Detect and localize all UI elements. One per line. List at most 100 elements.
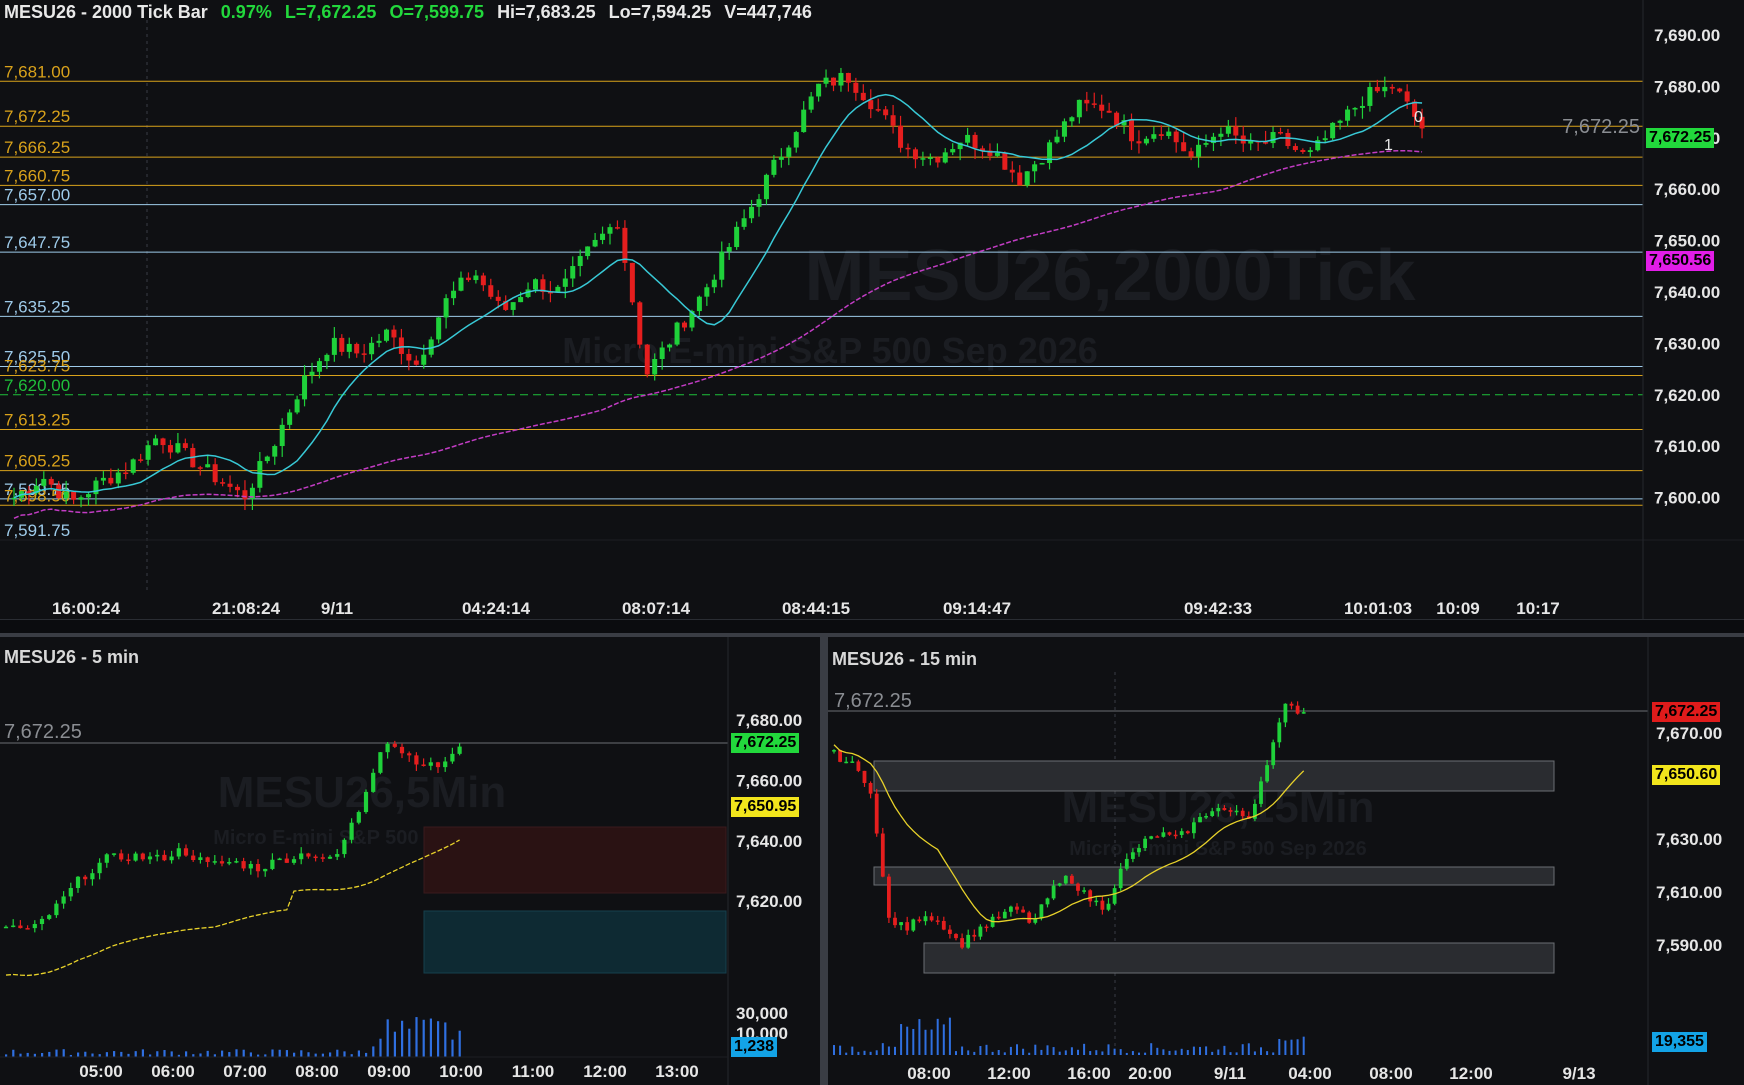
m5-candle bbox=[162, 854, 167, 861]
chart-marker-one: 1 bbox=[1384, 137, 1393, 154]
main-candle bbox=[1196, 144, 1202, 157]
main-candle bbox=[592, 239, 598, 247]
m5-candle bbox=[255, 864, 261, 872]
m5-x-tick-label: 05:00 bbox=[79, 1062, 122, 1081]
main-candle bbox=[1188, 151, 1194, 157]
m5-candle bbox=[241, 861, 246, 869]
main-candle bbox=[1233, 126, 1239, 136]
main-candle bbox=[1285, 132, 1291, 147]
main-candle bbox=[1270, 132, 1276, 144]
main-candle bbox=[518, 297, 524, 303]
main-chart-header: MESU26 - 2000 Tick Bar 0.97% L=7,672.25 … bbox=[4, 2, 820, 23]
main-candle bbox=[1091, 103, 1097, 105]
main-candle bbox=[823, 77, 829, 84]
m15-x-tick-label: 9/11 bbox=[1214, 1064, 1246, 1083]
main-candle bbox=[1032, 164, 1038, 172]
m5-volume-bar bbox=[278, 1049, 281, 1057]
m15-x-tick-label: 12:00 bbox=[1449, 1064, 1492, 1083]
main-candle bbox=[920, 158, 926, 160]
main-candle bbox=[71, 491, 77, 500]
m15-candle bbox=[844, 761, 849, 764]
m5-y-tick-label: 7,620.00 bbox=[736, 892, 802, 911]
chart-15min-canvas[interactable]: MESU26,15Min Micro E-mini S&P 500 Sep 20… bbox=[828, 637, 1744, 1085]
main-y-tick-label: 7,620.00 bbox=[1654, 386, 1720, 405]
main-candle bbox=[845, 72, 851, 83]
chart-5min[interactable]: MESU26 - 5 min MESU26,5Min Micro E-mini … bbox=[0, 637, 820, 1085]
m5-candle bbox=[39, 918, 45, 925]
m5-volume-bar bbox=[314, 1053, 317, 1057]
main-candle bbox=[1218, 133, 1224, 137]
main-candle bbox=[1352, 107, 1358, 110]
m15-volume-bar bbox=[1241, 1044, 1244, 1055]
m5-volume-bar bbox=[401, 1020, 404, 1057]
m5-last-price-ghost: 7,672.25 bbox=[4, 721, 82, 743]
m15-candle bbox=[880, 833, 885, 877]
main-candle bbox=[1307, 150, 1313, 152]
main-candle bbox=[890, 115, 896, 126]
main-candle bbox=[570, 266, 576, 279]
m5-candle bbox=[313, 856, 318, 859]
main-candle bbox=[1166, 131, 1172, 137]
m15-candle bbox=[1240, 810, 1245, 817]
m15-candle bbox=[1173, 834, 1178, 837]
m15-candle bbox=[1100, 900, 1105, 910]
m5-volume-bar bbox=[141, 1049, 144, 1057]
m15-volume-bar bbox=[1003, 1052, 1006, 1055]
main-candle bbox=[354, 343, 360, 354]
m15-volume-bar bbox=[1235, 1052, 1238, 1055]
main-candle bbox=[912, 149, 918, 160]
main-candle bbox=[1300, 150, 1306, 152]
main-candle bbox=[749, 206, 755, 219]
m15-candle bbox=[948, 929, 952, 934]
main-candle bbox=[1069, 117, 1075, 122]
m15-volume-bar bbox=[942, 1024, 945, 1055]
m15-candle bbox=[1277, 722, 1282, 743]
m15-volume-bar bbox=[1119, 1049, 1122, 1055]
horizontal-scrollbar[interactable] bbox=[0, 619, 1744, 620]
m15-candle bbox=[1106, 903, 1111, 910]
m5-candle bbox=[291, 859, 297, 863]
main-candle bbox=[1404, 91, 1410, 102]
m15-volume-bar bbox=[918, 1019, 921, 1055]
m15-candle bbox=[1143, 838, 1147, 849]
chart-5min-title: MESU26 - 5 min bbox=[4, 647, 140, 667]
main-candle bbox=[1009, 169, 1015, 173]
m5-volume-tick-label: 30,000 bbox=[736, 1004, 788, 1023]
m15-volume-bar bbox=[906, 1026, 909, 1055]
main-candle bbox=[674, 322, 680, 345]
main-candle bbox=[1002, 152, 1008, 170]
m5-x-tick-label: 11:00 bbox=[512, 1062, 555, 1081]
m5-candle bbox=[428, 762, 433, 766]
m5-volume-bar bbox=[271, 1049, 274, 1057]
m15-volume-bar bbox=[1253, 1051, 1256, 1055]
chart-5min-canvas[interactable]: MESU26,5Min Micro E-mini S&P 500 Sep 202… bbox=[0, 637, 820, 1085]
m15-volume-bar bbox=[979, 1046, 982, 1055]
m15-candle bbox=[1216, 807, 1221, 812]
main-tick-chart[interactable]: MESU26 - 2000 Tick Bar 0.97% L=7,672.25 … bbox=[0, 0, 1744, 620]
price-level-label: 7,635.25 bbox=[4, 297, 70, 316]
m15-candle bbox=[966, 934, 971, 948]
m15-volume-bar bbox=[1296, 1039, 1299, 1055]
m5-candle bbox=[378, 752, 383, 773]
m15-candle bbox=[1204, 815, 1208, 818]
chart-15min[interactable]: MESU26 - 15 min MESU26,15Min Micro E-min… bbox=[828, 637, 1744, 1085]
main-candle bbox=[1158, 134, 1164, 137]
moving-average-tag: 7,650.56 bbox=[1646, 251, 1715, 271]
m15-candle bbox=[1082, 890, 1086, 892]
m15-candle bbox=[1015, 906, 1019, 910]
m15-candle bbox=[1155, 836, 1160, 838]
main-candle bbox=[801, 109, 807, 133]
m5-y-tick-label: 7,640.00 bbox=[736, 832, 802, 851]
last-price: L=7,672.25 bbox=[284, 2, 377, 22]
m5-candle bbox=[227, 862, 232, 864]
m5-candle bbox=[83, 876, 88, 880]
m15-volume-tag: 19,355 bbox=[1652, 1032, 1707, 1052]
panel-divider-vertical[interactable] bbox=[820, 637, 828, 1085]
main-candle bbox=[86, 494, 91, 498]
m15-candle bbox=[1124, 858, 1129, 869]
m15-volume-bar bbox=[839, 1045, 842, 1055]
main-candle bbox=[279, 424, 285, 447]
m15-last-price-ghost: 7,672.25 bbox=[834, 690, 912, 712]
m15-volume-bar bbox=[1266, 1051, 1269, 1055]
main-chart-canvas[interactable]: MESU26,2000Tick Micro E-mini S&P 500 Sep… bbox=[0, 0, 1744, 620]
